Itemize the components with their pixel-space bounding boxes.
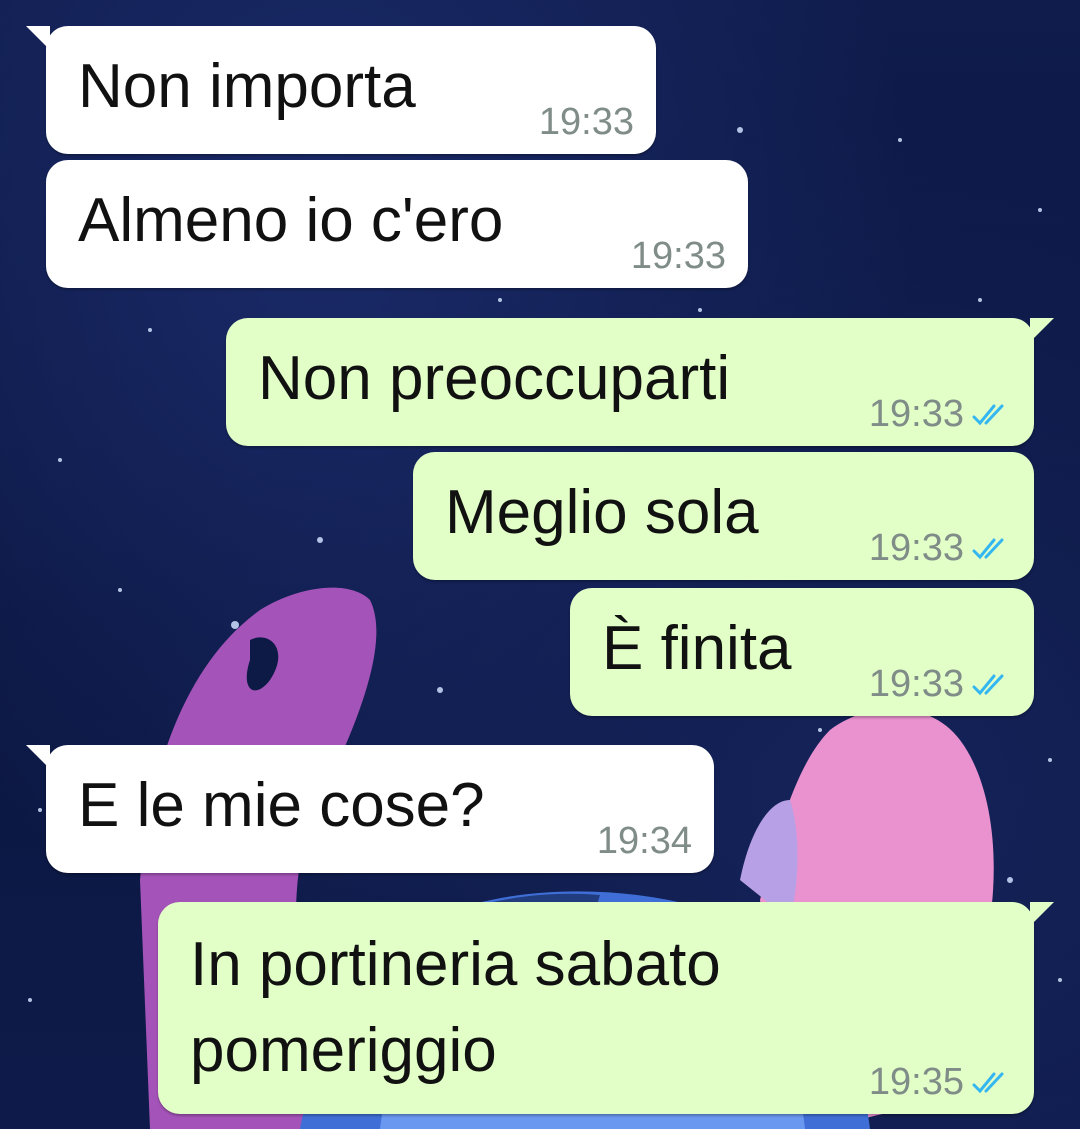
double-check-icon bbox=[972, 674, 1004, 695]
message-text: È finita bbox=[602, 614, 792, 683]
message-text: Meglio sola bbox=[445, 478, 759, 547]
message-outgoing[interactable]: È finita 19:33 bbox=[570, 588, 1034, 716]
message-time: 19:34 bbox=[596, 820, 692, 862]
message-meta: 19:35 bbox=[869, 1061, 1012, 1104]
bubble-tail bbox=[26, 745, 50, 769]
bubble-tail bbox=[1030, 318, 1054, 342]
message-incoming[interactable]: Non importa 19:33 bbox=[26, 26, 656, 154]
double-check-icon bbox=[972, 404, 1004, 425]
message-text: Almeno io c'ero bbox=[78, 186, 504, 255]
message-meta: 19:33 bbox=[869, 393, 1012, 436]
message-meta: 19:33 bbox=[869, 527, 1012, 570]
message-time: 19:33 bbox=[868, 393, 964, 435]
bubble-tail bbox=[26, 26, 50, 50]
bubble-tail bbox=[1030, 902, 1054, 926]
message-meta: 19:33 bbox=[869, 663, 1012, 706]
message-text-line-1: In portineria sabato bbox=[190, 930, 721, 999]
message-list[interactable]: Non importa 19:33 Almeno io c'ero 19:33 … bbox=[0, 0, 1080, 1129]
double-check-icon bbox=[972, 1072, 1004, 1093]
message-text: Non preoccuparti bbox=[258, 344, 731, 413]
message-time: 19:33 bbox=[630, 235, 726, 277]
message-outgoing[interactable]: In portineria sabato pomeriggio 19:35 bbox=[158, 902, 1054, 1114]
message-text: E le mie cose? bbox=[78, 771, 485, 840]
message-time: 19:35 bbox=[868, 1061, 964, 1103]
message-incoming[interactable]: Almeno io c'ero 19:33 bbox=[46, 160, 748, 288]
message-time: 19:33 bbox=[538, 101, 634, 143]
message-incoming[interactable]: E le mie cose? 19:34 bbox=[26, 745, 714, 873]
message-outgoing[interactable]: Meglio sola 19:33 bbox=[413, 452, 1034, 580]
message-meta: 19:33 bbox=[631, 235, 726, 278]
message-meta: 19:33 bbox=[539, 101, 634, 144]
message-outgoing[interactable]: Non preoccuparti 19:33 bbox=[226, 318, 1054, 446]
double-check-icon bbox=[972, 538, 1004, 559]
message-time: 19:33 bbox=[868, 527, 964, 569]
message-text-line-2: pomeriggio bbox=[190, 1016, 497, 1085]
message-time: 19:33 bbox=[868, 663, 964, 705]
message-meta: 19:34 bbox=[597, 820, 692, 863]
message-text: Non importa bbox=[78, 52, 416, 121]
